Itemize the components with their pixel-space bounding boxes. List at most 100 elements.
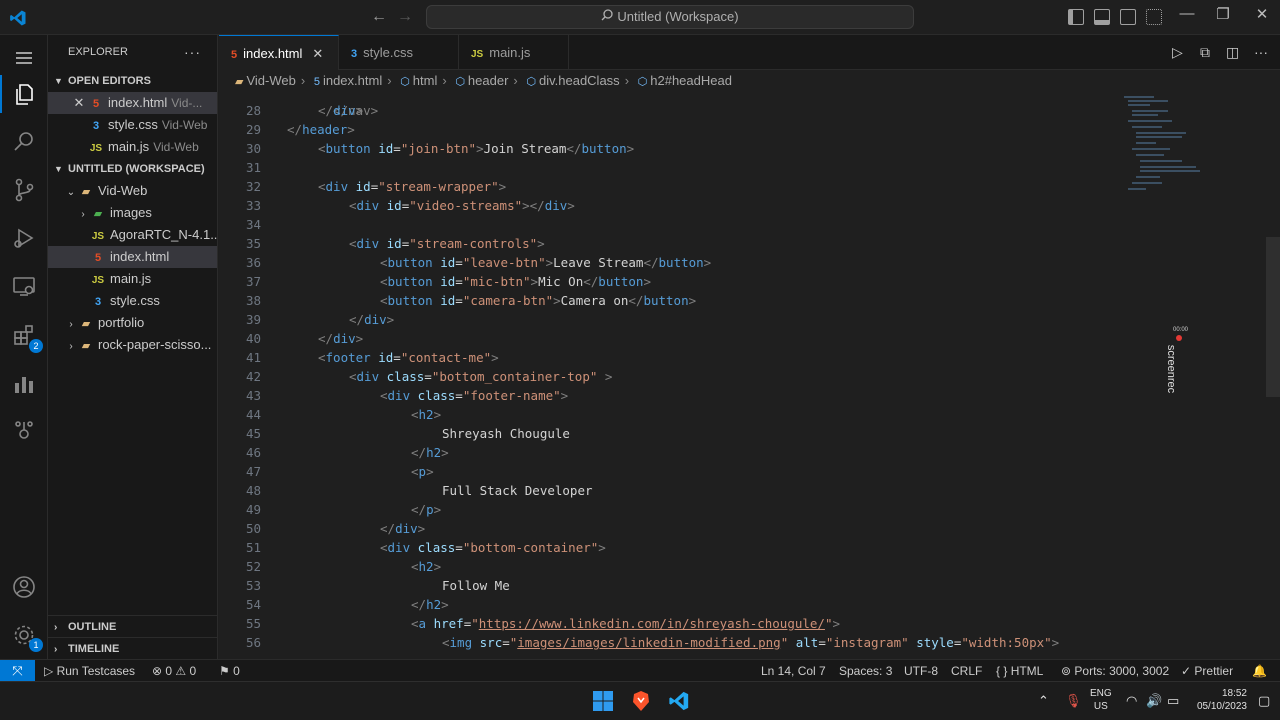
tree-item-js[interactable]: JS main.js bbox=[48, 268, 217, 290]
open-editor-item[interactable]: JS main.js Vid-Web bbox=[48, 136, 217, 158]
close-icon[interactable]: ✕ bbox=[70, 92, 88, 114]
prettier-indicator[interactable]: ✓ Prettier bbox=[1181, 660, 1233, 682]
menu-icon[interactable] bbox=[11, 45, 37, 71]
remote-indicator-icon[interactable]: ⤧ bbox=[0, 660, 35, 682]
account-icon[interactable] bbox=[11, 574, 37, 600]
open-editors-section[interactable]: ▼ OPEN EDITORS bbox=[48, 70, 217, 92]
breadcrumb-item[interactable]: Vid-Web bbox=[246, 73, 295, 88]
cursor-position[interactable]: Ln 14, Col 7 bbox=[761, 660, 826, 682]
back-arrow-icon[interactable]: ← bbox=[371, 8, 387, 26]
file-folder-desc: Vid-... bbox=[171, 96, 203, 110]
close-window-button[interactable]: ✕ bbox=[1242, 5, 1280, 23]
open-editor-item[interactable]: 3 style.css Vid-Web bbox=[48, 114, 217, 136]
css-file-icon: 3 bbox=[94, 296, 102, 308]
tree-item-css[interactable]: 3 style.css bbox=[48, 290, 217, 312]
explorer-icon[interactable] bbox=[0, 75, 37, 113]
status-bar: ⤧ ▷ Run Testcases ⊗ 0 ⚠ 0 ⚑ 0 Ln 14, Col… bbox=[0, 659, 1280, 682]
search-icon[interactable] bbox=[11, 129, 37, 155]
more-actions-icon[interactable]: ··· bbox=[1254, 44, 1268, 60]
end-of-line[interactable]: CRLF bbox=[951, 660, 982, 682]
problems-indicator[interactable]: ⊗ 0 ⚠ 0 bbox=[152, 660, 196, 682]
code-text: </div> bbox=[318, 331, 364, 346]
source-control-icon[interactable] bbox=[11, 177, 37, 203]
tree-item-label: style.css bbox=[110, 293, 160, 308]
close-tab-icon[interactable]: ✕ bbox=[312, 46, 323, 61]
run-play-icon[interactable]: ▷ bbox=[1172, 44, 1183, 61]
more-actions-icon[interactable]: ··· bbox=[184, 35, 201, 70]
command-center-search[interactable]: Untitled (Workspace) bbox=[426, 5, 914, 29]
folder-icon: ▰ bbox=[93, 208, 103, 220]
minimize-button[interactable]: — bbox=[1167, 5, 1207, 22]
settings-gear-icon[interactable]: 1 bbox=[11, 622, 43, 652]
line-number: 53 bbox=[245, 578, 261, 593]
chevron-down-icon: ▼ bbox=[54, 164, 63, 174]
run-testcases-button[interactable]: ▷ Run Testcases bbox=[44, 660, 135, 682]
tree-item-folder[interactable]: › ▰ rock-paper-scisso... bbox=[48, 334, 217, 356]
tab-style-css[interactable]: 3 style.css bbox=[339, 35, 459, 70]
timeline-section[interactable]: › TIMELINE bbox=[48, 637, 218, 659]
volume-icon[interactable]: 🔊 bbox=[1146, 693, 1162, 709]
breadcrumb-item[interactable]: html bbox=[413, 73, 438, 88]
extensions-icon[interactable]: 2 bbox=[11, 323, 43, 353]
wifi-icon[interactable]: ◠ bbox=[1126, 693, 1137, 709]
remote-explorer-icon[interactable] bbox=[11, 273, 37, 299]
breadcrumb-item[interactable]: index.html bbox=[323, 73, 382, 88]
breadcrumb-item[interactable]: h2#headHead bbox=[650, 73, 732, 88]
folder-icon: ▰ bbox=[81, 318, 91, 330]
code-line: 34 bbox=[219, 215, 1219, 234]
split-editor-icon[interactable]: ◫ bbox=[1226, 44, 1239, 61]
indentation[interactable]: Spaces: 3 bbox=[839, 660, 892, 682]
language-indicator[interactable]: ENG US bbox=[1090, 687, 1112, 713]
toggle-secondary-sidebar-icon[interactable] bbox=[1120, 9, 1136, 25]
breadcrumb-item[interactable]: header bbox=[468, 73, 508, 88]
code-text: <footer id="contact-me"> bbox=[318, 350, 499, 365]
tab-main-js[interactable]: JS main.js bbox=[459, 35, 569, 70]
screenrec-widget[interactable]: 00:00 screenrec bbox=[1165, 327, 1188, 402]
open-editor-item[interactable]: ✕ 5 index.html Vid-... bbox=[48, 92, 217, 114]
language-mode[interactable]: { } HTML bbox=[996, 660, 1043, 682]
run-debug-icon[interactable] bbox=[11, 225, 37, 251]
workspace-section[interactable]: ▼ UNTITLED (WORKSPACE) bbox=[48, 158, 217, 180]
windows-start-icon[interactable] bbox=[592, 690, 614, 712]
tab-index-html[interactable]: 5 index.html ✕ bbox=[219, 35, 339, 70]
encoding[interactable]: UTF-8 bbox=[904, 660, 938, 682]
outline-section[interactable]: › OUTLINE bbox=[48, 615, 218, 637]
chevron-up-icon[interactable]: ⌃ bbox=[1038, 693, 1049, 709]
open-changes-icon[interactable]: ⧉ bbox=[1200, 44, 1210, 61]
toggle-panel-icon[interactable] bbox=[1094, 9, 1110, 25]
check-double-icon: ✓ bbox=[1181, 664, 1195, 678]
vscode-logo-icon[interactable] bbox=[9, 9, 27, 27]
code-text: <button id="camera-btn">Camera on</butto… bbox=[380, 293, 697, 308]
code-line: 33 <div id="video-streams"></div> bbox=[219, 196, 1219, 215]
editor-scrollbar[interactable] bbox=[1266, 237, 1280, 397]
breadcrumb-item[interactable]: div.headClass bbox=[539, 73, 620, 88]
minimap[interactable] bbox=[1120, 92, 1200, 212]
microphone-icon[interactable]: 🎙 bbox=[1065, 693, 1082, 709]
extensions-badge: 2 bbox=[29, 339, 43, 353]
code-editor[interactable]: </nav> 28 </div> 29 </header> 30 <button id="… bbox=[219, 92, 1280, 659]
chart-icon[interactable] bbox=[11, 371, 37, 397]
testing-flask-icon[interactable] bbox=[11, 417, 37, 443]
vscode-taskbar-icon[interactable] bbox=[668, 690, 690, 712]
tree-item-img[interactable]: › ▰ images bbox=[48, 202, 217, 224]
forward-arrow-icon[interactable]: → bbox=[397, 8, 413, 26]
tree-item-js[interactable]: JS AgoraRTC_N-4.1.... bbox=[48, 224, 217, 246]
code-line: 47 <p> bbox=[219, 462, 1219, 481]
tree-item-label: rock-paper-scisso... bbox=[98, 337, 212, 352]
toggle-primary-sidebar-icon[interactable] bbox=[1068, 9, 1084, 25]
restore-button[interactable]: ❐ bbox=[1203, 5, 1243, 23]
tree-item-folder[interactable]: ⌄ ▰ Vid-Web bbox=[48, 180, 217, 202]
tree-item-label: main.js bbox=[110, 271, 152, 286]
code-text: Shreyash Chougule bbox=[442, 426, 570, 441]
tree-item-folder[interactable]: › ▰ portfolio bbox=[48, 312, 217, 334]
battery-icon[interactable]: ▭ bbox=[1167, 693, 1179, 709]
html-file-icon: 5 bbox=[94, 252, 102, 264]
notifications-bell-icon[interactable]: 🔔 bbox=[1252, 660, 1267, 682]
system-clock[interactable]: 18:52 05/10/2023 bbox=[1192, 687, 1247, 713]
tree-item-html[interactable]: 5 index.html bbox=[48, 246, 217, 268]
brave-browser-icon[interactable] bbox=[630, 690, 652, 712]
customize-layout-icon[interactable] bbox=[1146, 9, 1162, 25]
ports-warning-indicator[interactable]: ⚑ 0 bbox=[219, 660, 240, 682]
notification-center-icon[interactable]: ▢ bbox=[1258, 693, 1270, 709]
ports-indicator[interactable]: ⊚ Ports: 3000, 3002 bbox=[1061, 660, 1169, 682]
